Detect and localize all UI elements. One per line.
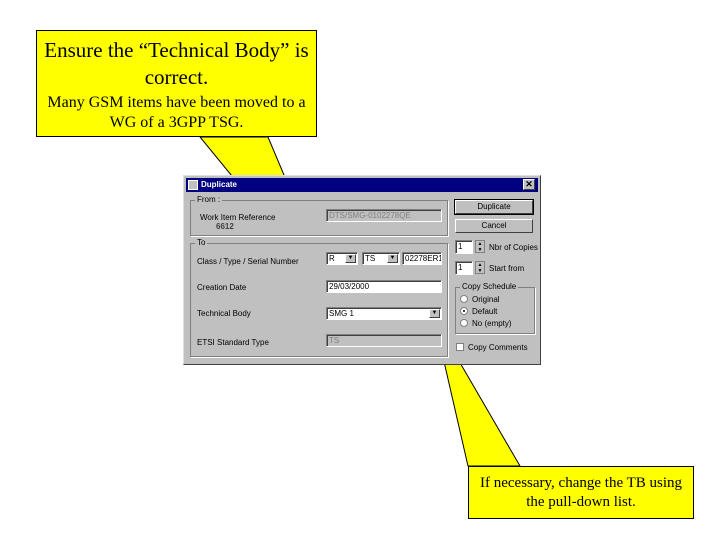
copy-schedule-label: Copy Schedule: [460, 282, 519, 291]
creation-date-field[interactable]: 29/03/2000: [326, 280, 442, 293]
work-item-label: Work Item Reference: [200, 213, 276, 222]
dialog-title: Duplicate: [201, 180, 238, 189]
type-select-value: TS: [365, 254, 376, 263]
work-item-field: DTS/SMG-0102278QE: [326, 209, 442, 222]
from-group-label: From :: [195, 195, 223, 204]
top-callout: Ensure the “Technical Body” is correct. …: [36, 30, 317, 137]
radio-original-label: Original: [472, 295, 500, 304]
num-copies-stepper[interactable]: ▲ ▼: [475, 240, 485, 253]
top-callout-heading: Ensure the “Technical Body” is correct.: [44, 38, 309, 89]
close-button[interactable]: ✕: [523, 179, 535, 190]
radio-no-empty[interactable]: [460, 319, 468, 327]
radio-default[interactable]: [460, 307, 468, 315]
cancel-button[interactable]: Cancel: [455, 219, 533, 233]
class-select-value: R: [329, 254, 335, 263]
technical-body-select[interactable]: SMG 1 ▼: [326, 307, 442, 320]
top-callout-body: Many GSM items have been moved to a WG o…: [47, 94, 306, 131]
standard-type-field: TS: [326, 334, 442, 347]
to-group-label: To: [195, 238, 208, 247]
duplicate-button[interactable]: Duplicate: [454, 199, 534, 215]
technical-body-label: Technical Body: [197, 309, 251, 318]
start-from-field[interactable]: 1: [455, 261, 473, 275]
copy-comments-label: Copy Comments: [468, 343, 528, 352]
standard-type-label: ETSI Standard Type: [197, 338, 269, 347]
dialog-titlebar: Duplicate ✕: [186, 178, 538, 192]
chevron-down-icon[interactable]: ▼: [476, 268, 484, 274]
work-item-number: 6612: [216, 222, 234, 231]
class-select[interactable]: R ▼: [326, 252, 358, 265]
start-from-label: Start from: [489, 264, 525, 273]
num-copies-label: Nbr of Copies: [489, 243, 538, 252]
technical-body-value: SMG 1: [329, 309, 354, 318]
radio-default-label: Default: [472, 307, 498, 316]
chevron-down-icon[interactable]: ▼: [387, 254, 398, 263]
chevron-down-icon[interactable]: ▼: [429, 309, 440, 318]
serial-number-field[interactable]: 02278ER1: [402, 252, 442, 265]
start-from-stepper[interactable]: ▲ ▼: [475, 261, 485, 274]
type-select[interactable]: TS ▼: [362, 252, 400, 265]
class-type-serial-label: Class / Type / Serial Number: [197, 257, 299, 266]
duplicate-dialog: Duplicate ✕ From : Work Item Reference 6…: [183, 175, 541, 365]
creation-date-label: Creation Date: [197, 283, 247, 292]
chevron-down-icon[interactable]: ▼: [345, 254, 356, 263]
radio-original[interactable]: [460, 295, 468, 303]
num-copies-field[interactable]: 1: [455, 240, 473, 254]
app-icon: [188, 180, 198, 190]
chevron-down-icon[interactable]: ▼: [476, 247, 484, 253]
radio-no-empty-label: No (empty): [472, 319, 512, 328]
copy-comments-checkbox[interactable]: [456, 343, 464, 351]
bottom-callout: If necessary, change the TB using the pu…: [468, 466, 694, 519]
